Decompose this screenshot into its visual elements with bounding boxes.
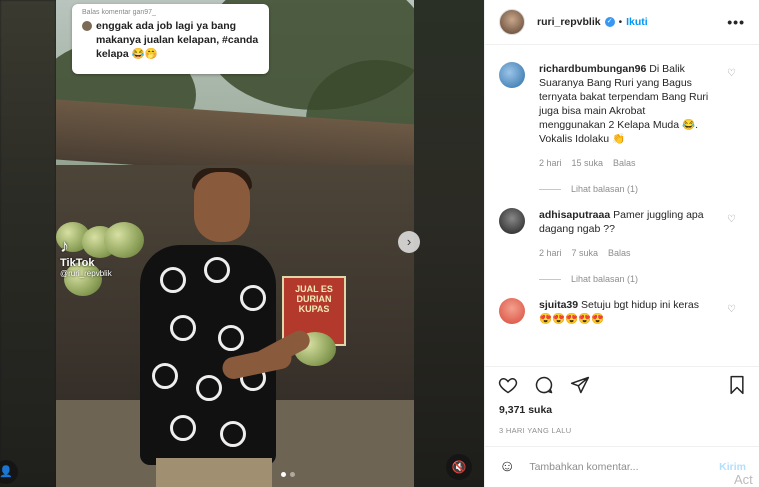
view-replies-button[interactable]: Lihat balasan (1) xyxy=(539,184,746,194)
comment-icon[interactable] xyxy=(533,374,555,396)
comment-username[interactable]: adhisaputraaa xyxy=(539,209,610,221)
carousel-dot xyxy=(281,472,286,477)
comment-item: sjuita39 Setuju bgt hidup ini keras😍😍😍😍😍… xyxy=(499,298,746,326)
carousel-dots xyxy=(281,472,295,477)
tiktok-reply-overlay: Balas komentar gan97_ enggak ada job lag… xyxy=(72,4,269,74)
comment-time: 2 hari xyxy=(539,248,562,258)
like-comment-icon[interactable]: ♡ xyxy=(727,214,736,225)
bookmark-icon[interactable] xyxy=(726,374,748,396)
author-avatar[interactable] xyxy=(499,9,525,35)
post-sidebar: ruri_repvblik ✓ • Ikuti ••• richardbumbu… xyxy=(484,0,759,487)
post-header: ruri_repvblik ✓ • Ikuti ••• xyxy=(485,0,759,45)
follow-button[interactable]: Ikuti xyxy=(626,16,648,28)
commenter-avatar xyxy=(82,21,92,31)
tiktok-name: TikTok xyxy=(60,257,95,269)
post-actions xyxy=(485,366,759,402)
verified-badge-icon: ✓ xyxy=(604,17,615,27)
comment-avatar[interactable] xyxy=(499,208,525,234)
comment-item: richardbumbungan96 Di Balik Suaranya Ban… xyxy=(499,62,746,194)
view-replies-button[interactable]: Lihat balasan (1) xyxy=(539,274,746,284)
emoji-icon[interactable]: ☺ xyxy=(499,458,515,476)
background-blur-left xyxy=(0,0,56,487)
os-activation-watermark: Act xyxy=(734,472,753,487)
comment-input[interactable] xyxy=(529,461,700,473)
add-comment-bar: ☺ Kirim xyxy=(485,446,759,487)
comments-list: richardbumbungan96 Di Balik Suaranya Ban… xyxy=(485,46,759,366)
reply-to-label: Balas komentar gan97_ xyxy=(82,9,156,16)
share-icon[interactable] xyxy=(569,374,591,396)
tiktok-watermark: ♪ TikTok @ruri_repvblik xyxy=(60,236,112,278)
comment-likes[interactable]: 15 suka xyxy=(572,158,604,168)
comment-item: adhisaputraaa Pamer juggling apa dagang … xyxy=(499,208,746,284)
comment-avatar[interactable] xyxy=(499,62,525,88)
like-comment-icon[interactable]: ♡ xyxy=(727,68,736,79)
post-timestamp: 3 HARI YANG LALU xyxy=(499,426,572,435)
likes-count[interactable]: 9,371 suka xyxy=(499,404,552,416)
overlay-comment-text: enggak ada job lagi ya bang makanya jual… xyxy=(96,20,259,60)
like-comment-icon[interactable]: ♡ xyxy=(727,304,736,315)
next-slide-button[interactable]: › xyxy=(398,231,420,253)
post-video[interactable]: JUAL ES DURIAN KUPAS Balas komentar gan9… xyxy=(56,0,414,487)
comment-avatar[interactable] xyxy=(499,298,525,324)
tiktok-handle: @ruri_repvblik xyxy=(60,269,112,278)
comment-likes[interactable]: 7 suka xyxy=(572,248,599,258)
header-separator: • xyxy=(618,16,623,28)
heart-icon[interactable] xyxy=(497,374,519,396)
reply-button[interactable]: Balas xyxy=(608,248,631,258)
tiktok-logo-icon: ♪ xyxy=(60,236,69,256)
comment-text: Di Balik Suaranya Bang Ruri yang Bagus t… xyxy=(539,63,709,145)
background-blur-right xyxy=(414,0,484,487)
carousel-dot xyxy=(290,472,295,477)
author-username[interactable]: ruri_repvblik xyxy=(537,16,601,28)
comment-time: 2 hari xyxy=(539,158,562,168)
comment-username[interactable]: sjuita39 xyxy=(539,299,578,311)
mute-toggle-icon[interactable]: 🔇 xyxy=(446,454,472,480)
more-options-icon[interactable]: ••• xyxy=(727,14,745,30)
reply-button[interactable]: Balas xyxy=(613,158,636,168)
comment-username[interactable]: richardbumbungan96 xyxy=(539,63,646,75)
instagram-post-modal: JUAL ES DURIAN KUPAS Balas komentar gan9… xyxy=(0,0,759,487)
